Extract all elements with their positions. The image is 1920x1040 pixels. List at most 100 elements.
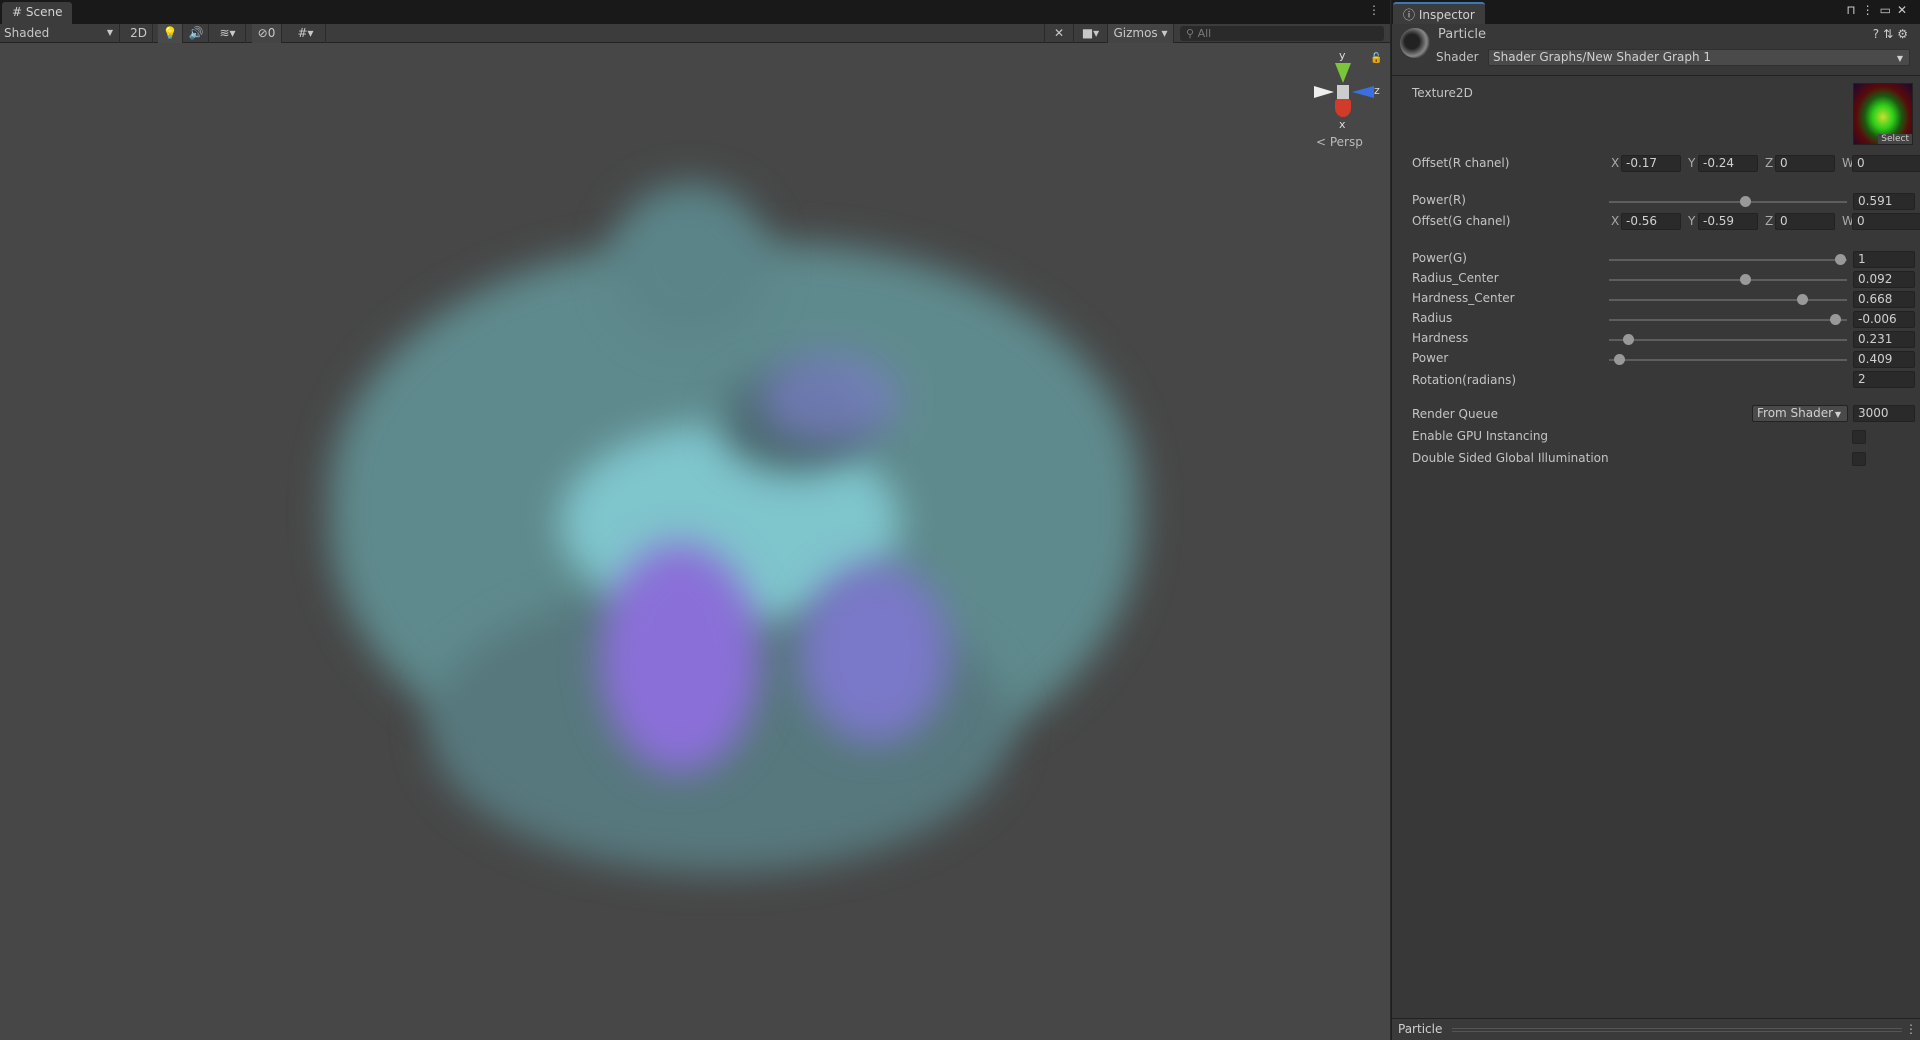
y-component-label: Y [1688,214,1696,228]
slider-value-input[interactable]: 0.231 [1853,331,1915,348]
tab-scene[interactable]: # Scene [2,2,73,24]
lock-icon[interactable]: ⊓ [1846,3,1861,17]
settings-icon[interactable]: ⚙ [1897,27,1912,41]
grid-snap-icon[interactable]: #▾ [286,24,326,43]
x-component-label: X [1611,214,1620,228]
hidden-objects-toggle[interactable]: ⊘0 [252,24,282,43]
slider-knob[interactable] [1830,314,1842,325]
y-component-label: Y [1688,156,1696,170]
slider-value-input[interactable]: 0.668 [1853,291,1915,308]
tools-icon[interactable]: ✕ [1044,24,1074,43]
gizmo-center-cube[interactable] [1337,85,1349,99]
chevron-down-icon: ▼ [1834,410,1841,419]
scene-search-input[interactable]: ⚲ All [1180,26,1384,41]
offset_g-y-input[interactable]: -0.59 [1698,213,1758,230]
slider-knob[interactable] [1796,294,1808,305]
z-axis-cone[interactable] [1352,86,1374,98]
audio-icon[interactable]: 🔊 [184,24,209,43]
slider-value-input[interactable]: 0.409 [1853,351,1915,368]
slider-knob[interactable] [1739,196,1751,207]
select-texture-button[interactable]: Select [1878,134,1912,144]
offset_r-y-input[interactable]: -0.24 [1698,155,1758,172]
gpu-instancing-label: Enable GPU Instancing [1412,429,1549,443]
info-icon: ⓘ [1403,8,1416,22]
render-queue-dropdown[interactable]: From Shader ▼ [1752,405,1848,422]
chevron-down-icon: ▼ [1896,54,1903,63]
slider-track[interactable] [1609,354,1847,365]
slider-value-input[interactable]: 0.092 [1853,271,1915,288]
maximize-icon[interactable]: ▭ [1880,3,1897,17]
z-component-label: Z [1765,214,1774,228]
slider-track[interactable] [1609,196,1847,207]
slider-track[interactable] [1609,334,1847,345]
tab-inspector[interactable]: ⓘ Inspector [1393,2,1485,24]
slider-label: Power(G) [1412,251,1467,265]
double-sided-gi-label: Double Sided Global Illumination [1412,451,1609,465]
slider-track[interactable] [1609,314,1847,325]
x-neg-cone[interactable] [1314,86,1334,98]
rotation-input[interactable]: 2 [1853,371,1915,388]
grid-icon: # [12,5,23,19]
material-preview-icon [1400,28,1430,58]
slider-label: Power [1412,351,1449,365]
slider-knob[interactable] [1613,354,1625,365]
projection-label[interactable]: < Persp [1316,135,1363,149]
2d-toggle[interactable]: 2D [125,24,153,43]
slider-value-input[interactable]: 1 [1853,251,1915,268]
gizmos-dropdown[interactable]: Gizmos ▾ [1108,24,1174,43]
help-icon[interactable]: ? [1873,27,1883,41]
close-icon[interactable]: ✕ [1897,3,1913,17]
slider-track[interactable] [1609,294,1847,305]
shader-dropdown[interactable]: Shader Graphs/New Shader Graph 1 ▼ [1488,49,1910,66]
offset-r-row: Offset(R chanel) X -0.17 Y -0.24 Z 0 W 0 [1392,155,1920,173]
slider-label: Radius_Center [1412,271,1499,285]
particle-blob [610,183,770,343]
slider-label: Radius [1412,311,1453,325]
more-icon[interactable]: ⋮ [1368,3,1380,17]
scene-tab-bar: # Scene ⋮ [0,0,1390,24]
slider-label: Power(R) [1412,193,1466,207]
z-component-label: Z [1765,156,1774,170]
offset_r-z-input[interactable]: 0 [1775,155,1835,172]
lighting-icon[interactable]: 💡 [158,24,183,43]
texture-thumbnail[interactable]: Select [1853,83,1913,145]
inspector-tab-bar: ⓘ Inspector ⊓⋮▭✕ [1392,0,1920,24]
offset_g-x-input[interactable]: -0.56 [1621,213,1681,230]
camera-icon[interactable]: ■▾ [1074,24,1108,43]
offset_r-w-input[interactable]: 0 [1852,155,1920,172]
y-axis-cone[interactable] [1335,63,1351,83]
double-sided-gi-checkbox[interactable] [1852,452,1866,466]
effects-icon[interactable]: ≋▾ [210,24,246,43]
slider-value-input[interactable]: 0.591 [1853,193,1915,210]
slider-value-input[interactable]: -0.006 [1853,311,1915,328]
offset-g-row: Offset(G chanel) X -0.56 Y -0.59 Z 0 W 0 [1392,213,1920,231]
offset_r-label: Offset(R chanel) [1412,156,1510,170]
more-icon[interactable]: ⋮ [1905,1022,1917,1036]
slider-knob[interactable] [1834,254,1846,265]
divider [1392,75,1920,76]
window-controls[interactable]: ⊓⋮▭✕ [1846,3,1913,17]
header-icons: ?⇅⚙ [1873,27,1912,41]
gpu-instancing-checkbox[interactable] [1852,430,1866,444]
slider-track[interactable] [1609,274,1847,285]
more-icon[interactable]: ⋮ [1862,3,1880,17]
preview-drag-handle[interactable] [1452,1028,1902,1032]
render-queue-label: Render Queue [1412,407,1498,421]
slider-knob[interactable] [1739,274,1751,285]
render-queue-input[interactable]: 3000 [1853,405,1915,422]
offset_g-z-input[interactable]: 0 [1775,213,1835,230]
shading-dropdown[interactable]: Shaded ▼ [0,24,120,43]
x-axis-cone[interactable] [1335,99,1351,117]
preview-title: Particle [1398,1022,1443,1036]
material-name: Particle [1438,27,1487,42]
orientation-gizmo[interactable]: y z x < Persp [1310,49,1380,149]
presets-icon[interactable]: ⇅ [1883,27,1897,41]
offset_g-w-input[interactable]: 0 [1852,213,1920,230]
scene-viewport[interactable]: y z x < Persp 🔓 [0,43,1390,1040]
lock-icon[interactable]: 🔓 [1370,53,1382,64]
offset_r-x-input[interactable]: -0.17 [1621,155,1681,172]
slider-knob[interactable] [1623,334,1635,345]
slider-track[interactable] [1609,254,1847,265]
x-component-label: X [1611,156,1620,170]
preview-bar[interactable]: Particle ⋮ [1392,1018,1920,1040]
